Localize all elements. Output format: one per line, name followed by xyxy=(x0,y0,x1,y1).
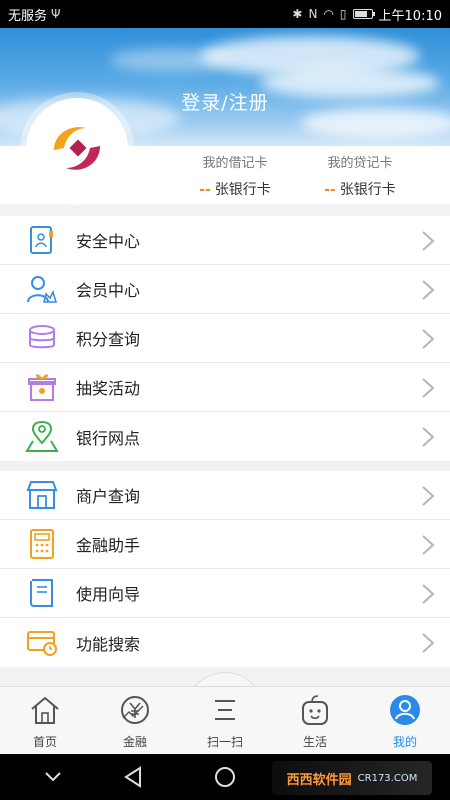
menu-item-feature-search[interactable]: 功能搜索 xyxy=(0,618,450,667)
calculator-icon xyxy=(24,526,60,562)
profile-icon xyxy=(370,693,440,727)
credit-card-count: -- xyxy=(324,182,336,198)
menu-item-finance-assistant[interactable]: 金融助手 xyxy=(0,520,450,569)
tab-life[interactable]: 生活 xyxy=(280,693,350,750)
tab-label: 金融 xyxy=(122,735,147,749)
menu-group-account: 安全中心 会员中心 积分查询 抽奖活动 银行网点 xyxy=(0,216,450,461)
wifi-icon: ◠ xyxy=(323,7,334,21)
tab-scan[interactable]: 扫一扫 xyxy=(190,693,260,750)
scan-icon xyxy=(190,693,260,727)
tab-label: 我的 xyxy=(392,735,417,749)
chevron-right-icon xyxy=(422,378,435,398)
tab-profile[interactable]: 我的 xyxy=(370,693,440,750)
status-bar: 无服务 Ψ ✱ N ◠ ▯ 上午10:10 xyxy=(0,0,450,28)
credit-card-summary[interactable]: 我的贷记卡 -- 张银行卡 xyxy=(300,152,420,199)
chevron-right-icon xyxy=(422,584,435,604)
menu-group-services: 商户查询 金融助手 使用向导 功能搜索 xyxy=(0,471,450,667)
chevron-right-icon xyxy=(422,486,435,506)
tab-label: 扫一扫 xyxy=(206,735,243,749)
tab-label: 首页 xyxy=(32,735,57,749)
finance-icon xyxy=(100,693,170,727)
debit-card-title: 我的借记卡 xyxy=(202,156,268,171)
watermark-domain: CR173.COM xyxy=(357,772,418,784)
chevron-right-icon xyxy=(422,427,435,447)
bluetooth-icon: ✱ xyxy=(292,7,303,21)
member-icon xyxy=(24,271,60,307)
menu-item-label: 功能搜索 xyxy=(76,634,141,654)
bank-logo-icon xyxy=(54,127,100,170)
avatar[interactable] xyxy=(26,98,128,200)
location-icon xyxy=(24,419,60,455)
credit-card-unit: 张银行卡 xyxy=(339,182,396,198)
debit-card-count: -- xyxy=(199,182,211,198)
menu-item-label: 金融助手 xyxy=(76,536,141,555)
chevron-right-icon xyxy=(422,633,435,653)
clock-text: 上午10:10 xyxy=(378,8,442,24)
watermark-brand: 西西软件园 xyxy=(286,772,352,788)
menu-item-security-center[interactable]: 安全中心 xyxy=(0,216,450,265)
credit-card-title: 我的贷记卡 xyxy=(327,156,393,171)
menu-item-user-guide[interactable]: 使用向导 xyxy=(0,569,450,618)
hide-keyboard-icon[interactable] xyxy=(44,770,62,784)
menu-item-label: 商户查询 xyxy=(76,487,141,506)
usb-icon: Ψ xyxy=(51,7,61,21)
tab-finance[interactable]: 金融 xyxy=(100,693,170,750)
home-icon xyxy=(10,693,80,727)
chevron-right-icon xyxy=(422,329,435,349)
menu-item-member-center[interactable]: 会员中心 xyxy=(0,265,450,314)
back-icon[interactable] xyxy=(123,766,143,788)
life-icon xyxy=(280,693,350,727)
nfc-icon: N xyxy=(308,7,318,21)
carrier-text: 无服务 xyxy=(8,8,48,24)
battery-icon xyxy=(352,9,375,19)
gift-icon xyxy=(24,369,60,405)
points-icon xyxy=(24,320,60,356)
card-clock-icon xyxy=(24,625,60,661)
menu-item-label: 会员中心 xyxy=(76,281,141,300)
home-nav-icon[interactable] xyxy=(214,766,236,788)
book-icon xyxy=(24,575,60,611)
security-icon xyxy=(24,222,60,258)
menu-item-bank-branches[interactable]: 银行网点 xyxy=(0,412,450,461)
menu-item-label: 使用向导 xyxy=(76,585,141,604)
bottom-tab-bar: 首页 金融 扫一扫 生活 我的 xyxy=(0,686,450,754)
menu-item-label: 积分查询 xyxy=(76,330,141,349)
chevron-right-icon xyxy=(422,280,435,300)
tab-label: 生活 xyxy=(302,735,327,749)
menu-item-lottery[interactable]: 抽奖活动 xyxy=(0,363,450,412)
debit-card-summary[interactable]: 我的借记卡 -- 张银行卡 xyxy=(175,152,295,199)
menu-item-points-query[interactable]: 积分查询 xyxy=(0,314,450,363)
debit-card-unit: 张银行卡 xyxy=(214,182,271,198)
chevron-right-icon xyxy=(422,535,435,555)
menu-item-merchant-query[interactable]: 商户查询 xyxy=(0,471,450,520)
store-icon xyxy=(24,477,60,513)
tab-home[interactable]: 首页 xyxy=(10,693,80,750)
menu-item-label: 安全中心 xyxy=(76,232,141,251)
sim-icon: ▯ xyxy=(339,7,347,21)
chevron-right-icon xyxy=(422,231,435,251)
watermark: 西西软件园 CR173.COM xyxy=(272,761,432,795)
menu-item-label: 银行网点 xyxy=(76,428,141,448)
menu-item-label: 抽奖活动 xyxy=(76,379,141,398)
